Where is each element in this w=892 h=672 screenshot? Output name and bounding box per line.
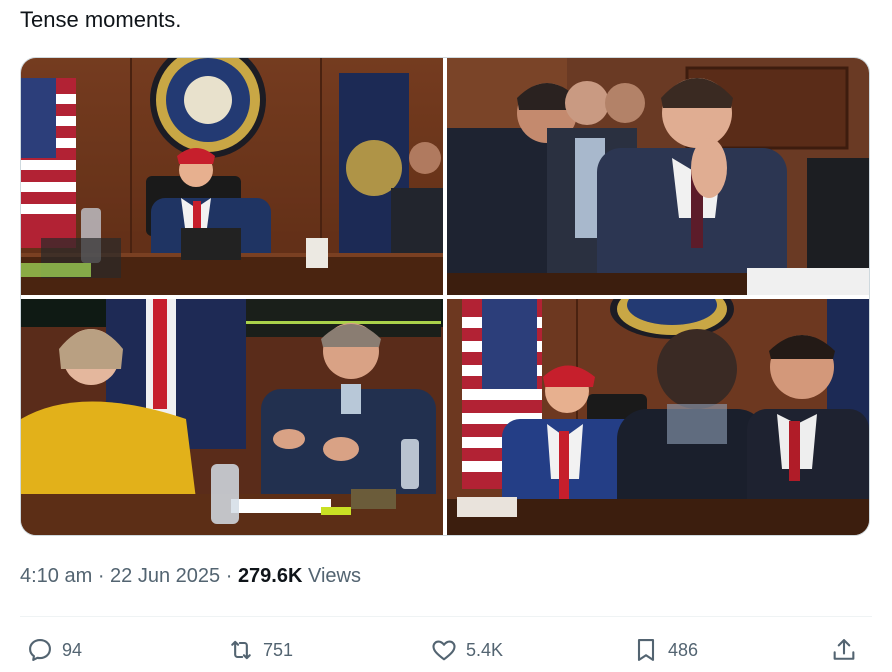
heart-icon: [432, 640, 456, 661]
photo-4[interactable]: [447, 299, 869, 535]
repost-button[interactable]: 751: [227, 636, 293, 664]
tweet-meta: 4:10 am · 22 Jun 2025 · 279.6K Views: [20, 563, 361, 589]
bookmark-icon: [637, 639, 655, 661]
divider: [20, 616, 872, 617]
share-button[interactable]: [830, 636, 858, 664]
photo-1-image: [21, 58, 443, 295]
media-grid[interactable]: [20, 57, 870, 536]
repost-arrows-icon: [231, 640, 251, 660]
meta-separator-2: ·: [220, 565, 238, 587]
reply-button[interactable]: 94: [26, 636, 82, 664]
bookmark-button[interactable]: 486: [632, 636, 698, 664]
tweet-date[interactable]: 22 Jun 2025: [110, 565, 220, 587]
photo-3-image: [21, 299, 443, 535]
photo-3[interactable]: [21, 299, 443, 535]
reply-count: 94: [62, 639, 83, 660]
share-upload-icon: [833, 639, 855, 660]
photo-2-image: [447, 58, 869, 295]
like-count: 5.4K: [466, 639, 504, 660]
meta-separator: ·: [92, 565, 111, 587]
tweet-text: Tense moments.: [20, 7, 182, 32]
speech-bubble-icon: [29, 639, 51, 661]
photo-2[interactable]: [447, 58, 869, 295]
photo-1[interactable]: [21, 58, 443, 295]
photo-4-image: [447, 299, 869, 535]
repost-count: 751: [263, 639, 294, 660]
tweet-time[interactable]: 4:10 am: [20, 565, 92, 587]
like-button[interactable]: 5.4K: [430, 636, 503, 664]
views-count[interactable]: 279.6K: [238, 565, 303, 587]
bookmark-count: 486: [668, 639, 699, 660]
action-bar: 94 751 5.4K 486: [0, 632, 892, 672]
views-label: Views: [302, 565, 361, 587]
